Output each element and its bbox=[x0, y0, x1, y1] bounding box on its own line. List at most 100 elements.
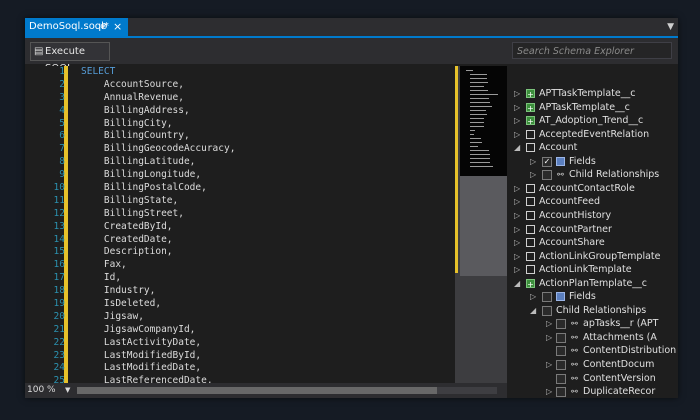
code-editor[interactable]: 1 SELECT 2 AccountSource, 3 AnnualRevenue, 4… bbox=[25, 66, 455, 383]
expand-arrow-icon[interactable]: ▷ bbox=[530, 290, 536, 304]
code-text: BillingState, bbox=[81, 194, 179, 206]
code-text: BillingCountry, bbox=[81, 130, 190, 142]
standard-object-icon bbox=[526, 210, 535, 220]
expand-arrow-icon[interactable]: ▷ bbox=[514, 128, 520, 142]
expand-arrow-icon[interactable]: ▷ bbox=[514, 101, 520, 115]
tree-node[interactable]: ◢ Child Relationships bbox=[512, 304, 678, 318]
standard-object-icon bbox=[526, 197, 535, 207]
execute-soql-button[interactable]: ▤ Execute SOQL bbox=[30, 42, 110, 74]
tree-node[interactable]: ▷ + APTaskTemplate__c bbox=[512, 101, 678, 115]
overview-thumb[interactable] bbox=[460, 176, 507, 276]
tree-node[interactable]: ◢ + ActionPlanTemplate__c bbox=[512, 277, 678, 291]
tree-node[interactable]: ⚯ ContentVersion bbox=[512, 372, 678, 386]
expand-arrow-icon[interactable]: ▷ bbox=[514, 223, 520, 237]
expand-arrow-icon[interactable]: ▷ bbox=[514, 87, 520, 101]
tree-node[interactable]: ▷ AccountFeed bbox=[512, 195, 678, 209]
standard-object-icon bbox=[526, 265, 535, 275]
tree-node[interactable]: ▷ + APTTaskTemplate__c bbox=[512, 87, 678, 101]
checkbox[interactable]: ✓ bbox=[542, 156, 552, 167]
tree-node-label: ContentVersion bbox=[583, 372, 656, 384]
checkbox[interactable] bbox=[542, 292, 552, 303]
overview-line-mark bbox=[470, 94, 498, 95]
horizontal-scrollbar[interactable] bbox=[77, 387, 497, 394]
expand-arrow-icon[interactable]: ▷ bbox=[546, 358, 552, 372]
code-text: Id, bbox=[81, 272, 122, 284]
overview-line-mark bbox=[470, 162, 490, 163]
overview-line-mark bbox=[470, 150, 489, 151]
tree-node-label: DuplicateRecor bbox=[583, 386, 656, 398]
collapse-arrow-icon[interactable]: ◢ bbox=[530, 304, 536, 318]
expand-arrow-icon[interactable]: ▷ bbox=[514, 114, 520, 128]
tree-node[interactable]: ▷ AcceptedEventRelation bbox=[512, 128, 678, 142]
tree-node-label: AccountHistory bbox=[539, 209, 612, 221]
overview-line-mark bbox=[470, 158, 490, 159]
tree-node[interactable]: ▷ ⚯ Attachments (A bbox=[512, 331, 678, 345]
expand-arrow-icon[interactable]: ▷ bbox=[530, 155, 536, 169]
pin-icon[interactable]: ⊕ bbox=[100, 18, 108, 36]
overview-line-mark bbox=[470, 142, 482, 143]
checkbox[interactable] bbox=[556, 346, 566, 357]
tree-node[interactable]: ▷ ⚯ Child Relationships bbox=[512, 168, 678, 182]
code-text: BillingPostalCode, bbox=[81, 182, 207, 194]
zoom-dropdown-icon[interactable]: ▼ bbox=[65, 383, 70, 398]
standard-object-icon bbox=[526, 224, 535, 234]
tree-node[interactable]: ⚯ ContentDistribution bbox=[512, 344, 678, 358]
tree-node[interactable]: ▷ AccountShare bbox=[512, 236, 678, 250]
checkbox[interactable] bbox=[556, 373, 566, 384]
line-number: 10 bbox=[53, 182, 65, 194]
collapse-arrow-icon[interactable]: ◢ bbox=[514, 277, 520, 291]
expand-arrow-icon[interactable]: ▷ bbox=[546, 317, 552, 331]
checkbox[interactable] bbox=[556, 360, 566, 370]
tree-node[interactable]: ▷ ⚯ apTasks__r (APT bbox=[512, 317, 678, 331]
tree-node[interactable]: ▷ ⚯ DuplicateRecor bbox=[512, 385, 678, 398]
collapse-arrow-icon[interactable]: ◢ bbox=[514, 141, 520, 155]
checkbox[interactable] bbox=[542, 170, 552, 181]
expand-arrow-icon[interactable]: ▷ bbox=[546, 385, 552, 398]
expand-arrow-icon[interactable]: ▷ bbox=[514, 236, 520, 250]
horizontal-scroll-thumb[interactable] bbox=[77, 387, 437, 394]
tree-node[interactable]: ▷ ActionLinkTemplate bbox=[512, 263, 678, 277]
overview-line-mark bbox=[470, 86, 484, 87]
tree-node[interactable]: ▷ ⚯ ContentDocum bbox=[512, 358, 678, 372]
expand-arrow-icon[interactable]: ▷ bbox=[514, 250, 520, 264]
expand-arrow-icon[interactable]: ▷ bbox=[514, 195, 520, 209]
schema-search-input[interactable]: Search Schema Explorer bbox=[512, 42, 672, 59]
expand-arrow-icon[interactable]: ▷ bbox=[546, 331, 552, 345]
overview-line-mark bbox=[470, 146, 478, 147]
tree-node[interactable]: ▷ Fields bbox=[512, 290, 678, 304]
checkbox[interactable] bbox=[556, 319, 566, 330]
expand-arrow-icon[interactable]: ▷ bbox=[514, 182, 520, 196]
tree-node-label: AT_Adoption_Trend__c bbox=[539, 115, 644, 127]
expand-arrow-icon[interactable]: ▷ bbox=[514, 263, 520, 277]
tab-overflow-dropdown-icon[interactable]: ▼ bbox=[667, 18, 674, 36]
relationship-icon: ⚯ bbox=[571, 360, 578, 369]
overview-line-mark bbox=[470, 138, 481, 139]
overview-scrollbar[interactable] bbox=[455, 66, 507, 383]
fields-icon bbox=[556, 292, 565, 302]
relationship-icon: ⚯ bbox=[571, 387, 578, 397]
checkbox[interactable] bbox=[542, 305, 552, 316]
code-text: SELECT bbox=[81, 66, 116, 77]
tree-node[interactable]: ◢ Account bbox=[512, 141, 678, 155]
tree-node[interactable]: ▷ AccountHistory bbox=[512, 209, 678, 223]
tree-node[interactable]: ▷ + AT_Adoption_Trend__c bbox=[512, 114, 678, 128]
close-icon[interactable]: × bbox=[113, 18, 122, 36]
overview-map bbox=[460, 66, 507, 176]
expand-arrow-icon[interactable]: ▷ bbox=[530, 168, 536, 182]
overview-line-mark bbox=[470, 74, 487, 75]
tree-node[interactable]: ▷ ✓ Fields bbox=[512, 155, 678, 169]
checkbox[interactable] bbox=[556, 332, 566, 343]
tree-node[interactable]: ▷ ActionLinkGroupTemplate bbox=[512, 250, 678, 264]
relationship-icon: ⚯ bbox=[571, 346, 578, 356]
zoom-level[interactable]: 100 % bbox=[27, 383, 56, 398]
tree-node[interactable]: ▷ AccountPartner bbox=[512, 223, 678, 237]
checkbox[interactable] bbox=[556, 387, 566, 398]
tree-node[interactable]: ▷ AccountContactRole bbox=[512, 182, 678, 196]
code-text: JigsawCompanyId, bbox=[81, 323, 196, 335]
tab-demosoql[interactable]: DemoSoql.soql* ⊕ × bbox=[25, 18, 128, 36]
code-text: BillingCity, bbox=[81, 117, 173, 129]
code-text: BillingStreet, bbox=[81, 207, 184, 219]
relationship-icon: ⚯ bbox=[571, 332, 578, 342]
expand-arrow-icon[interactable]: ▷ bbox=[514, 209, 520, 223]
code-text: BillingGeocodeAccuracy, bbox=[81, 143, 236, 155]
